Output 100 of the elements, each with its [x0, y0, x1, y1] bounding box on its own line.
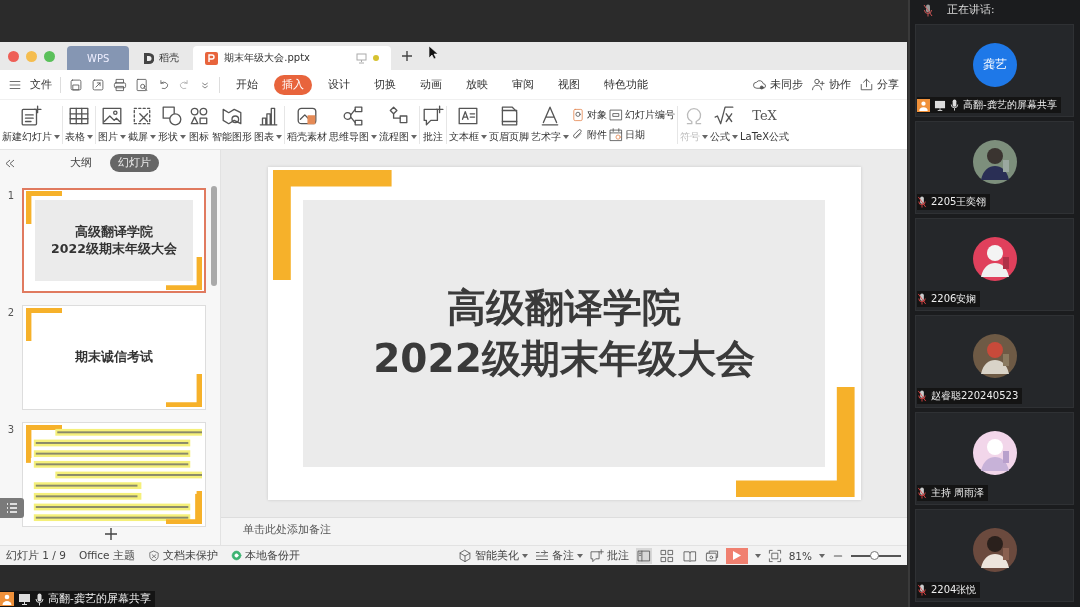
status-button[interactable]: 批注: [589, 548, 629, 563]
ribbon-tab[interactable]: 放映: [458, 74, 496, 95]
play-icon: [732, 551, 741, 560]
status-button[interactable]: 文档未保护: [147, 548, 218, 563]
ribbon-button[interactable]: 批注: [422, 103, 444, 146]
tex-logo: TeX: [752, 107, 777, 125]
slide-title: 期末诚信考试: [75, 349, 153, 366]
zoom-slider[interactable]: [851, 554, 901, 557]
close-button[interactable]: [8, 50, 19, 62]
fit-window-icon[interactable]: [767, 548, 782, 563]
outline-button[interactable]: [0, 498, 24, 518]
slide-canvas[interactable]: 高级翻译学院 2022级期末年级大会: [267, 167, 861, 500]
caret-icon: [702, 135, 708, 139]
save-icon[interactable]: [69, 77, 83, 92]
ribbon-button[interactable]: 对象: [571, 107, 607, 122]
ribbon-tab[interactable]: 切换: [366, 74, 404, 95]
screenshot-icon: [131, 105, 153, 127]
toolbar-button[interactable]: 协作: [811, 77, 851, 92]
add-slide-button[interactable]: [104, 527, 118, 541]
slider-thumb[interactable]: [869, 550, 879, 560]
ribbon-button[interactable]: 文本框: [449, 103, 487, 146]
participant-tile[interactable]: 2206安娴: [915, 218, 1074, 311]
ribbon-button[interactable]: 思维导图: [329, 103, 377, 146]
presenter-icon[interactable]: [704, 548, 719, 563]
ribbon-tab[interactable]: 开始: [228, 74, 266, 95]
ribbon-button[interactable]: 幻灯片编号: [609, 107, 675, 122]
cloud-icon: [752, 77, 767, 92]
ribbon-button[interactable]: 流程图: [379, 103, 417, 146]
ribbon-button[interactable]: 图标: [188, 103, 210, 146]
participant-name: 2205王奕翎: [931, 195, 987, 209]
ribbon-button[interactable]: 图片: [98, 103, 126, 146]
ribbon-button[interactable]: 截屏: [128, 103, 156, 146]
ribbon-button[interactable]: 页眉页脚: [489, 103, 529, 146]
window-tab[interactable]: 期末年级大会.pptx: [193, 46, 391, 70]
undo-icon[interactable]: [157, 78, 170, 91]
corner-accent: [166, 256, 203, 290]
muted-microphone-icon: [917, 196, 927, 208]
caret-icon: [576, 553, 583, 558]
view-button[interactable]: [635, 547, 652, 564]
play-button[interactable]: [725, 547, 748, 564]
export-icon[interactable]: [91, 77, 105, 92]
status-button[interactable]: 备注: [534, 548, 583, 563]
printer-icon[interactable]: [113, 77, 127, 92]
participant-tile[interactable]: 主持 周雨泽: [915, 412, 1074, 505]
status-button[interactable]: 本地备份开: [230, 548, 300, 563]
ribbon-button[interactable]: 表格: [65, 103, 93, 146]
corner-accent: [166, 490, 203, 524]
shield-icon: [147, 549, 160, 562]
new-tab-button[interactable]: [401, 50, 413, 62]
slide-thumbnail[interactable]: 期末诚信考试: [22, 305, 206, 410]
participant-tile[interactable]: 2205王奕翎: [915, 121, 1074, 214]
notes-placeholder[interactable]: 单击此处添加备注: [221, 517, 907, 545]
ribbon-button[interactable]: 稻壳素材: [287, 103, 327, 146]
ribbon-button[interactable]: 附件: [571, 127, 607, 142]
ribbon-tab[interactable]: 审阅: [504, 74, 542, 95]
ribbon-button[interactable]: TeX LaTeX公式: [740, 103, 790, 146]
ribbon-tab[interactable]: 特色功能: [596, 74, 656, 95]
slide-thumbnail[interactable]: 高级翻译学院 2022级期末年级大会: [22, 188, 206, 293]
screen-share-icon: [934, 99, 946, 111]
participant-tile[interactable]: 龚艺 高翻-龚艺的屏幕共享: [915, 24, 1074, 117]
caret-icon: [819, 553, 825, 558]
ribbon-button[interactable]: 艺术字: [531, 103, 569, 146]
ribbon-tab[interactable]: 动画: [412, 74, 450, 95]
caret-icon: [276, 135, 282, 139]
preview-icon[interactable]: [135, 77, 149, 92]
caret-icon: [150, 135, 156, 139]
status-button[interactable]: 智能美化: [457, 548, 528, 563]
ribbon-tab[interactable]: 视图: [550, 74, 588, 95]
ribbon-button[interactable]: 智能图形: [212, 103, 252, 146]
collapse-icon[interactable]: [5, 159, 15, 168]
cube-icon: [457, 548, 472, 563]
ribbon-button[interactable]: 公式: [710, 103, 738, 146]
ribbon-button[interactable]: 日期: [609, 127, 675, 142]
ribbon-button[interactable]: 新建幻灯片: [2, 103, 60, 146]
caret-icon: [732, 135, 738, 139]
ribbon-tab[interactable]: 设计: [320, 74, 358, 95]
share-name: 高翻-龚艺的屏幕共享: [48, 592, 151, 606]
participant-tile[interactable]: 2204张悦: [915, 509, 1074, 602]
toolbar-button[interactable]: 分享: [859, 77, 899, 92]
presenter-badge-icon: [0, 592, 14, 606]
view-button[interactable]: [658, 547, 675, 564]
participant-name: 赵睿聪220240523: [931, 389, 1019, 403]
tab-label: 稻壳: [159, 51, 180, 65]
panel-tab[interactable]: 幻灯片: [109, 154, 159, 172]
backup-icon: [230, 550, 242, 561]
scrollbar[interactable]: [211, 186, 217, 286]
ribbon-button[interactable]: 图表: [254, 103, 282, 146]
zoom-level[interactable]: 81%: [788, 549, 812, 562]
ribbon-button[interactable]: 形状: [158, 103, 186, 146]
participant-tile[interactable]: 赵睿聪220240523: [915, 315, 1074, 408]
muted-microphone-icon: [917, 293, 927, 305]
window-tab[interactable]: 稻壳: [131, 46, 192, 70]
person-add-icon: [811, 77, 826, 92]
toolbar-button[interactable]: 未同步: [752, 77, 803, 92]
mindmap-icon: [342, 105, 364, 127]
panel-tab[interactable]: 大纲: [61, 154, 100, 172]
corner-accent: [166, 373, 203, 407]
file-menu[interactable]: 文件: [30, 77, 52, 92]
corner-accent: [25, 308, 62, 342]
slide-number: 3: [6, 423, 16, 435]
